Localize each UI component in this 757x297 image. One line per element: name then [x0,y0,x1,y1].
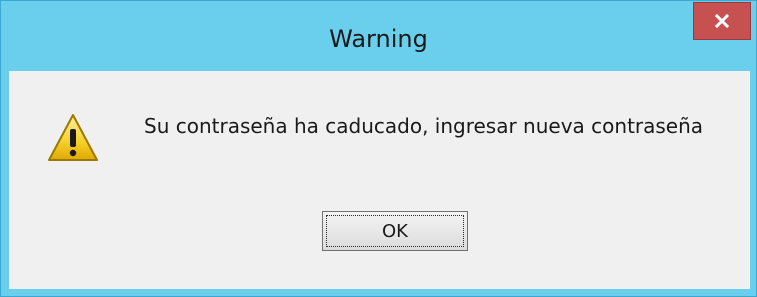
warning-dialog: Warning Su contraseña ha caducado, ingre… [0,0,757,297]
close-button[interactable] [693,2,751,40]
message-text: Su contraseña ha caducado, ingresar nuev… [144,114,704,138]
ok-button-label: OK [326,215,464,247]
dialog-body: Su contraseña ha caducado, ingresar nuev… [9,71,750,289]
ok-button[interactable]: OK [322,211,468,251]
dialog-title: Warning [329,25,428,53]
warning-icon [48,114,98,161]
close-icon [714,13,730,29]
title-bar[interactable]: Warning [1,1,756,71]
